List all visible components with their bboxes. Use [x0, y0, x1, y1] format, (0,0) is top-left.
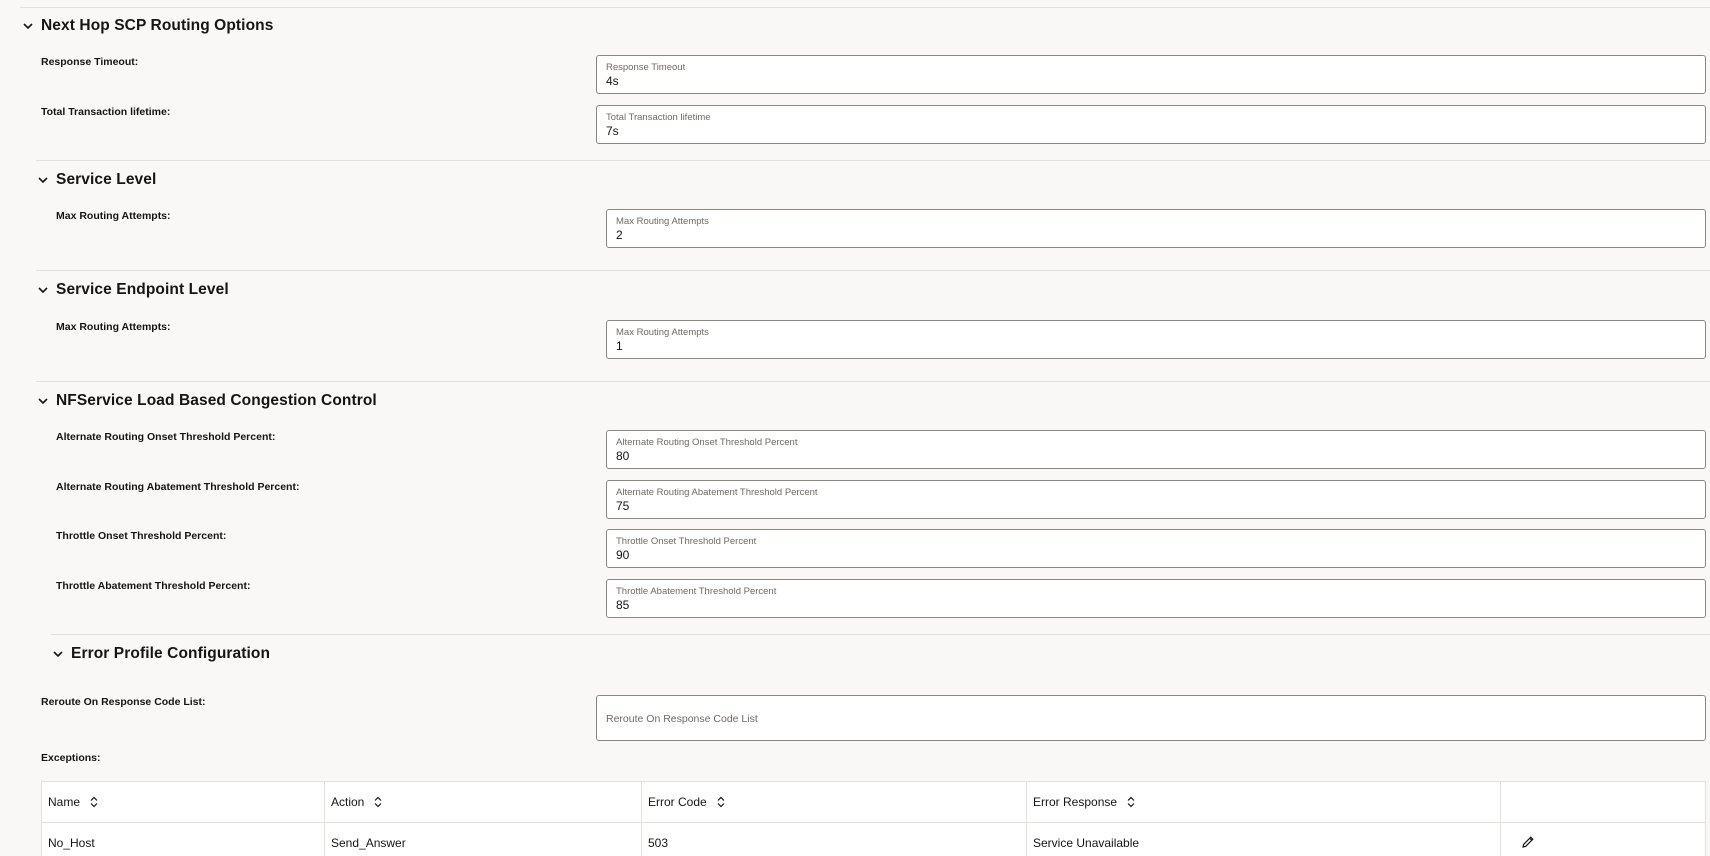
column-header-name[interactable]: Name [41, 781, 325, 823]
cell-name: No_Host [41, 822, 325, 856]
chevron-down-icon [52, 648, 64, 660]
chevron-down-icon [22, 20, 34, 32]
column-label: Error Response [1033, 795, 1118, 809]
field-value: 75 [616, 499, 630, 513]
column-header-actions [1500, 781, 1706, 823]
throttle-onset-label: Throttle Onset Threshold Percent: [56, 530, 227, 542]
pencil-icon[interactable] [1521, 835, 1535, 849]
total-transaction-lifetime-field[interactable]: Total Transaction lifetime 7s [596, 105, 1706, 144]
field-floating-label: Throttle Onset Threshold Percent [616, 536, 757, 547]
table-header-row: Name Action Error Code Error Response [41, 781, 1706, 823]
field-floating-label: Alternate Routing Onset Threshold Percen… [616, 437, 798, 448]
reroute-codes-label: Reroute On Response Code List: [41, 696, 206, 708]
chevron-down-icon [37, 174, 49, 186]
section-divider [51, 634, 1710, 635]
exceptions-table: Name Action Error Code Error Response No… [41, 781, 1706, 856]
column-label: Name [48, 795, 81, 809]
field-floating-label: Response Timeout [606, 62, 686, 73]
section-divider [36, 381, 1710, 382]
field-value: 85 [616, 598, 630, 612]
field-floating-label: Max Routing Attempts [616, 327, 709, 338]
section-error-profile-toggle[interactable]: Error Profile Configuration [52, 643, 270, 665]
chevron-down-icon [37, 395, 49, 407]
exceptions-label: Exceptions: [41, 752, 101, 764]
alt-routing-onset-field[interactable]: Alternate Routing Onset Threshold Percen… [606, 430, 1706, 469]
field-floating-label: Max Routing Attempts [616, 216, 709, 227]
field-placeholder: Reroute On Response Code List [606, 713, 758, 725]
field-value: 80 [616, 449, 630, 463]
chevron-down-icon [37, 284, 49, 296]
section-divider [36, 160, 1710, 161]
field-value: 7s [606, 124, 619, 138]
section-next-hop-toggle[interactable]: Next Hop SCP Routing Options [22, 15, 273, 37]
section-title: Service Level [56, 171, 157, 188]
alt-routing-abatement-field[interactable]: Alternate Routing Abatement Threshold Pe… [606, 480, 1706, 519]
response-timeout-label: Response Timeout: [41, 56, 139, 68]
table-row[interactable]: No_Host Send_Answer 503 Service Unavaila… [41, 822, 1706, 856]
section-service-endpoint-level-toggle[interactable]: Service Endpoint Level [37, 279, 229, 301]
sort-icon[interactable] [90, 796, 98, 808]
section-title: Next Hop SCP Routing Options [41, 17, 274, 34]
section-title: Service Endpoint Level [56, 281, 229, 298]
top-divider [20, 7, 1710, 8]
endpoint-level-max-routing-field[interactable]: Max Routing Attempts 1 [606, 320, 1706, 359]
response-timeout-field[interactable]: Response Timeout 4s [596, 55, 1706, 94]
cell-error-response: Service Unavailable [1026, 822, 1501, 856]
field-value: 2 [616, 228, 623, 242]
reroute-codes-field[interactable]: Reroute On Response Code List [596, 695, 1706, 741]
total-transaction-lifetime-label: Total Transaction lifetime: [41, 106, 171, 118]
service-level-max-routing-label: Max Routing Attempts: [56, 210, 171, 222]
column-header-error-code[interactable]: Error Code [641, 781, 1027, 823]
field-floating-label: Alternate Routing Abatement Threshold Pe… [616, 487, 818, 498]
cell-error-code: 503 [641, 822, 1027, 856]
cell-edit [1500, 822, 1706, 856]
field-floating-label: Total Transaction lifetime [606, 112, 711, 123]
sort-icon[interactable] [717, 796, 725, 808]
column-label: Action [331, 795, 365, 809]
column-label: Error Code [648, 795, 707, 809]
alt-routing-onset-label: Alternate Routing Onset Threshold Percen… [56, 431, 276, 443]
section-title: NFService Load Based Congestion Control [56, 392, 377, 409]
section-nfservice-congestion-toggle[interactable]: NFService Load Based Congestion Control [37, 390, 377, 412]
alt-routing-abatement-label: Alternate Routing Abatement Threshold Pe… [56, 481, 300, 493]
sort-icon[interactable] [1127, 796, 1135, 808]
endpoint-level-max-routing-label: Max Routing Attempts: [56, 321, 171, 333]
throttle-onset-field[interactable]: Throttle Onset Threshold Percent 90 [606, 529, 1706, 568]
field-value: 1 [616, 339, 623, 353]
cell-action: Send_Answer [324, 822, 642, 856]
field-floating-label: Throttle Abatement Threshold Percent [616, 586, 777, 597]
service-level-max-routing-field[interactable]: Max Routing Attempts 2 [606, 209, 1706, 248]
field-value: 4s [606, 74, 619, 88]
column-header-action[interactable]: Action [324, 781, 642, 823]
field-value: 90 [616, 548, 630, 562]
throttle-abatement-label: Throttle Abatement Threshold Percent: [56, 580, 251, 592]
throttle-abatement-field[interactable]: Throttle Abatement Threshold Percent 85 [606, 579, 1706, 618]
section-divider [36, 270, 1710, 271]
column-header-error-response[interactable]: Error Response [1026, 781, 1501, 823]
section-service-level-toggle[interactable]: Service Level [37, 169, 156, 191]
section-title: Error Profile Configuration [71, 645, 271, 662]
sort-icon[interactable] [374, 796, 382, 808]
